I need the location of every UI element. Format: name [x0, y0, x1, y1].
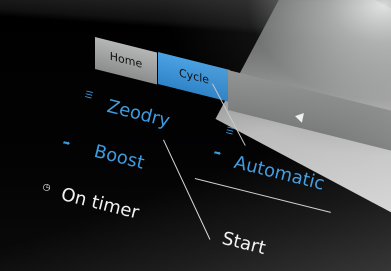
panel-divider: [163, 139, 211, 240]
control-panel-ui: Home Cycle ☰ Zeodry ➦ Boost ◷ On timer ☰…: [0, 0, 391, 271]
program-automatic[interactable]: Automatic: [232, 152, 327, 195]
program-header-bar: [228, 70, 391, 153]
menu-item-zeodry[interactable]: Zeodry: [105, 96, 172, 132]
boost-arrow-icon-right: ➦: [212, 148, 223, 160]
menu-item-on-timer[interactable]: On timer: [59, 184, 141, 224]
list-icon-right: ☰: [224, 126, 235, 138]
menu-item-boost[interactable]: Boost: [92, 141, 146, 174]
list-icon: ☰: [83, 90, 94, 102]
tab-cycle-label: Cycle: [178, 66, 210, 87]
tab-home[interactable]: Home: [95, 37, 157, 85]
boost-arrow-icon: ➦: [61, 138, 72, 150]
start-button[interactable]: Start: [220, 228, 268, 259]
tab-home-label: Home: [109, 49, 143, 71]
clock-icon: ◷: [41, 182, 52, 194]
